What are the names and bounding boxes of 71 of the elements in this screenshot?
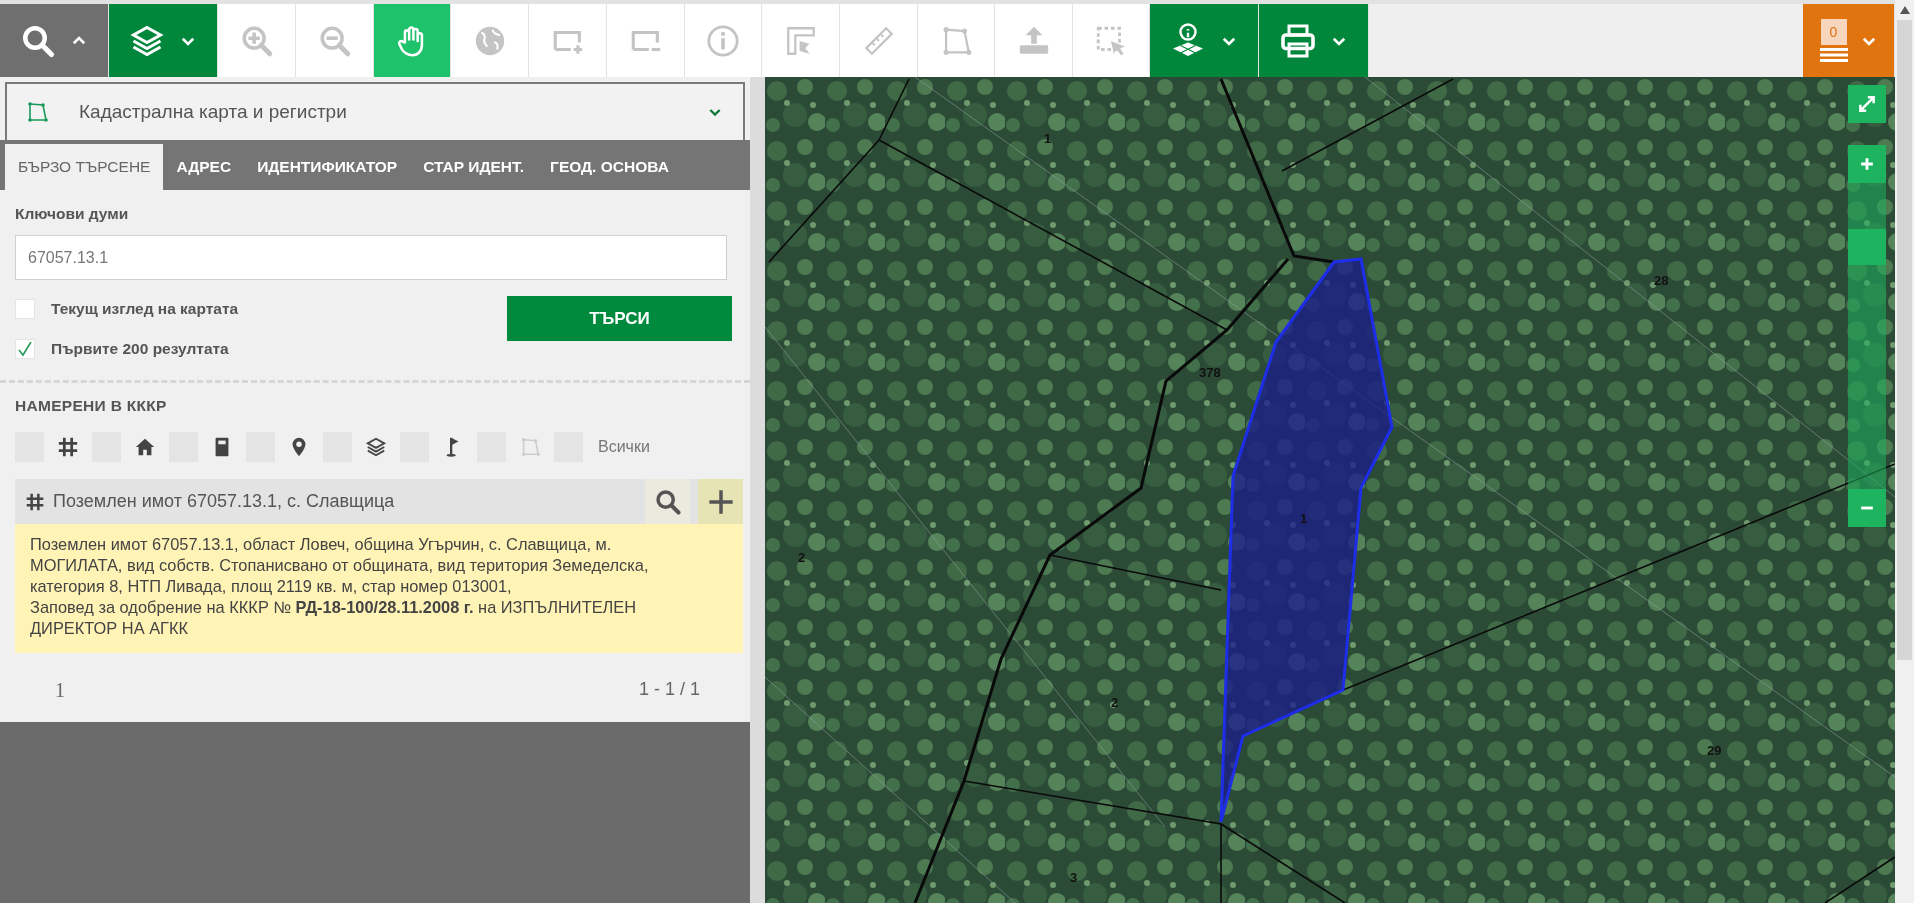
zoom-in-icon xyxy=(239,23,274,58)
parcel-number: 28 xyxy=(1654,273,1669,288)
search-tab[interactable]: БЪРЗО ТЪРСЕНЕ xyxy=(5,144,164,190)
zoom-out-icon xyxy=(317,23,352,58)
zoom-box-out-button[interactable] xyxy=(607,4,685,77)
zoom-to-button[interactable] xyxy=(645,479,690,524)
checkbox[interactable] xyxy=(15,299,35,319)
slider-thumb[interactable] xyxy=(1848,228,1886,265)
zoom-out-button[interactable] xyxy=(296,4,374,77)
search-menu-button[interactable] xyxy=(0,4,109,77)
grid-icon xyxy=(57,436,79,458)
info-icon xyxy=(706,23,740,58)
section-heading: НАМЕРЕНИ В КККР xyxy=(15,397,168,415)
parcel-number: 2 xyxy=(798,550,806,565)
parcel-number: 1 xyxy=(1300,511,1308,526)
search-tab[interactable]: АДРЕС xyxy=(163,144,245,190)
parcel-number: 378 xyxy=(1199,365,1221,380)
layer-info-menu-button[interactable] xyxy=(1150,4,1259,77)
home-icon xyxy=(134,436,156,458)
layers-menu-button[interactable] xyxy=(109,4,218,77)
parcel-number: 1 xyxy=(1044,131,1052,146)
expand-arrows-icon xyxy=(1857,94,1877,114)
parcel-number: 3 xyxy=(1070,870,1078,885)
full-extent-button[interactable] xyxy=(451,4,529,77)
result-title: Поземлен имот 67057.13.1, с. Славщица xyxy=(53,491,396,512)
polygon-icon xyxy=(519,436,541,458)
zoom-slider[interactable] xyxy=(1848,183,1886,489)
upload-button[interactable] xyxy=(995,4,1073,77)
result-header[interactable]: Поземлен имот 67057.13.1, с. Славщица xyxy=(15,479,743,524)
checkbox[interactable] xyxy=(15,339,35,359)
zoom-in-button[interactable] xyxy=(1848,145,1886,183)
parcel-number: 29 xyxy=(1707,743,1722,758)
field-label: Ключови думи xyxy=(15,205,130,223)
fullscreen-button[interactable] xyxy=(1848,85,1886,123)
add-button[interactable] xyxy=(698,479,743,524)
layers-icon xyxy=(365,436,387,458)
results-menu-button[interactable]: 0 xyxy=(1803,4,1895,77)
page-range: 1 - 1 / 1 xyxy=(638,679,700,701)
page-number[interactable]: 1 xyxy=(55,679,65,702)
count-badge: 0 xyxy=(1820,19,1847,45)
scrollbar-thumb[interactable] xyxy=(1897,20,1912,660)
identify-button[interactable] xyxy=(685,4,762,77)
network-icon xyxy=(25,100,49,124)
draw-polygon-button[interactable] xyxy=(918,4,995,77)
zoom-out-button[interactable] xyxy=(1848,489,1886,527)
grid-icon xyxy=(25,491,45,512)
info-layer-icon xyxy=(1170,22,1206,59)
measure-distance-button[interactable] xyxy=(840,4,918,77)
checkbox-label: Първите 200 резултата xyxy=(51,340,229,358)
pan-button[interactable] xyxy=(374,4,451,77)
search-tab[interactable]: ИДЕНТИФИКАТОР xyxy=(244,144,411,190)
zoom-in-button[interactable] xyxy=(218,4,296,77)
search-icon xyxy=(653,487,682,516)
search-tab[interactable]: СТАР ИДЕНТ. xyxy=(410,144,538,190)
print-menu-button[interactable] xyxy=(1259,4,1369,77)
plus-icon xyxy=(706,487,735,516)
list-lines-icon xyxy=(1819,48,1848,62)
scroll-up-arrow-icon[interactable] xyxy=(1899,6,1910,14)
layer-dropdown[interactable]: Кадастрална карта и регистри xyxy=(5,82,745,140)
filter-label: Всички xyxy=(598,438,650,456)
checkmark-icon xyxy=(18,341,32,357)
checkbox-label: Текущ изглед на картата xyxy=(51,300,239,318)
select-button[interactable] xyxy=(1073,4,1150,77)
result-description: Поземлен имот 67057.13.1, област Ловеч, община Угърчин, с. Славщица, м. МОГИЛАТА, вид собств. Стопанисвано от общината, вид територия Земеделска, категория 8, НТП Ливада, площ 2119 кв. м, стар номер 013001, Заповед за одобрение на КККР № РД-18-100/28.11.2008 г. на ИЗПЪЛНИТЕЛЕН ДИРЕКТОР НА АГКК xyxy=(15,524,743,653)
measure-area-button[interactable] xyxy=(762,4,840,77)
printer-icon xyxy=(1279,22,1316,59)
zoom-box-in-button[interactable] xyxy=(529,4,607,77)
plus-icon xyxy=(1860,157,1874,171)
search-button[interactable]: ТЪРСИ xyxy=(507,296,732,341)
keywords-input-field[interactable]: 67057.13.1 xyxy=(15,235,727,280)
search-tab[interactable]: ГЕОД. ОСНОВА xyxy=(537,144,682,190)
